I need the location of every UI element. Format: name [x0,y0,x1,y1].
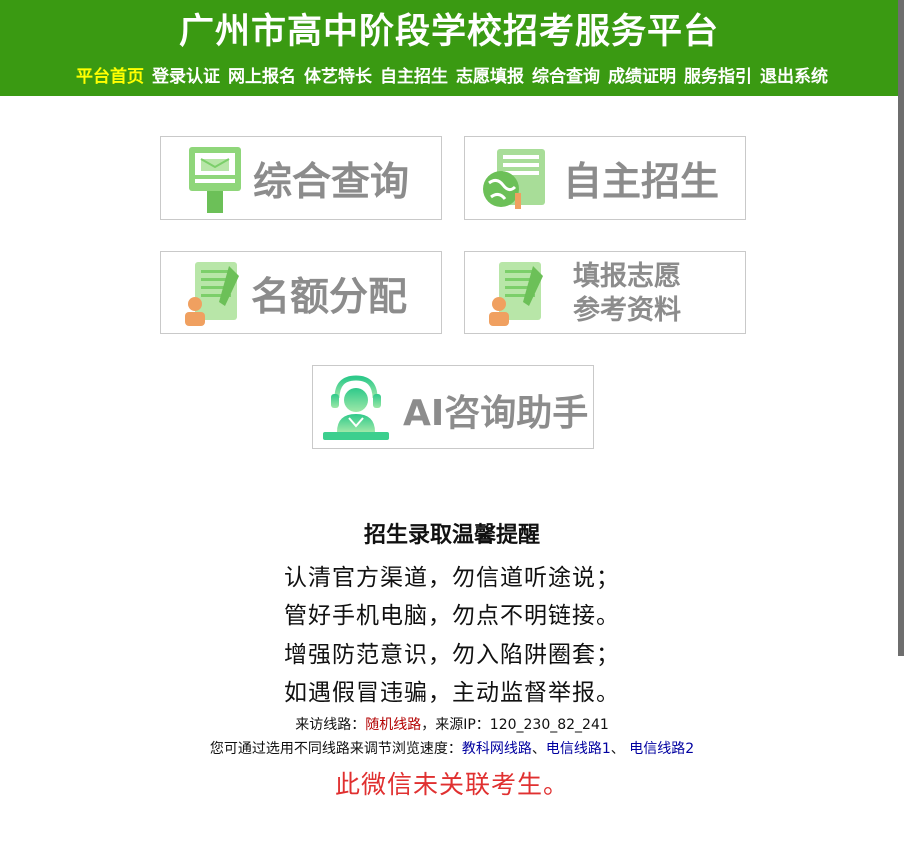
main-nav: 平台首页 登录认证 网上报名 体艺特长 自主招生 志愿填报 综合查询 成绩证明 … [0,63,904,91]
tile-label: 名额分配 [251,275,408,320]
ip-label: ，来源IP： [421,717,490,733]
tile-label-line2: 参考资料 [573,295,681,326]
route-hint-text: 您可通过选用不同线路来调节浏览速度： [209,741,462,757]
reminder-line: 管好手机电脑，勿点不明链接。 [284,603,620,629]
tile-application-reference[interactable]: 填报志愿 参考资料 [464,251,746,334]
reminder-line: 认清官方渠道，勿信道听途说； [284,565,620,591]
tile-quota-allocation[interactable]: 名额分配 [160,251,442,334]
tile-label-line1: 填报志愿 [573,261,681,292]
ip-value: 120_230_82_241 [489,717,609,733]
site-title: 广州市高中阶段学校招考服务平台 [178,12,719,52]
route-separator: 、 [610,741,625,757]
tile-label: 自主招生 [563,160,720,205]
globe-document-icon [483,149,545,209]
tile-label: 综合查询 [253,160,410,205]
document-person-icon [489,262,543,326]
wechat-unlinked-notice: 此微信未关联考生。 [334,770,569,799]
tile-self-admission[interactable]: 自主招生 [464,136,746,220]
tile-label: AI咨询助手 [403,393,589,434]
tile-ai-assistant[interactable]: AI咨询助手 [312,365,594,449]
route-label: 来访线路： [295,717,366,733]
route-link-edu[interactable]: 教科网线路 [462,741,532,757]
site-header: 广州市高中阶段学校招考服务平台 平台首页 登录认证 网上报名 体艺特长 自主招生… [0,0,898,96]
ballot-box-icon [189,147,241,213]
nav-online-registration[interactable]: 网上报名 [224,63,300,91]
reminder-title: 招生录取温馨提醒 [363,523,540,548]
nav-login[interactable]: 登录认证 [148,63,224,91]
route-separator: 、 [531,741,546,757]
route-link-telecom-2[interactable]: 电信线路2 [629,741,694,757]
nav-home[interactable]: 平台首页 [72,63,148,91]
nav-query[interactable]: 综合查询 [528,63,604,91]
access-route-info: 来访线路：随机线路，来源IP：120_230_82_241 [0,714,904,734]
nav-self-admission[interactable]: 自主招生 [376,63,452,91]
reminder-line: 增强防范意识，勿入陷阱圈套； [284,642,620,668]
nav-application[interactable]: 志愿填报 [452,63,528,91]
route-switch-hint: 您可通过选用不同线路来调节浏览速度：教科网线路、电信线路1、 电信线路2 [0,738,904,758]
tile-comprehensive-query[interactable]: 综合查询 [160,136,442,220]
route-link-telecom-1[interactable]: 电信线路1 [546,741,611,757]
document-person-icon [185,262,239,326]
headset-agent-icon [323,375,389,440]
nav-score-certificate[interactable]: 成绩证明 [604,63,680,91]
nav-logout[interactable]: 退出系统 [756,63,832,91]
reminder-line: 如遇假冒违骗，主动监督举报。 [284,680,620,706]
route-value: 随机线路 [365,717,422,733]
nav-arts-sports[interactable]: 体艺特长 [300,63,376,91]
nav-service-guide[interactable]: 服务指引 [680,63,756,91]
